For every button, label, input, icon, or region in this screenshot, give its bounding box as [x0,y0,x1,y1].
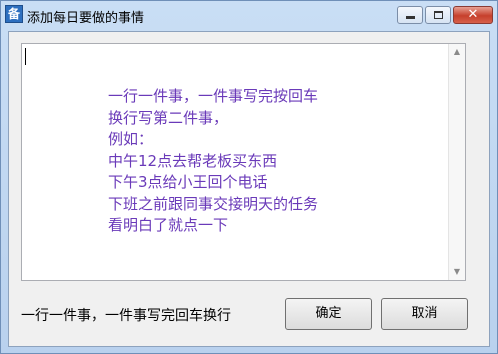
scroll-down-icon[interactable]: ▼ [449,264,465,280]
memo-line: 换行写第二件事， [108,108,229,127]
close-button[interactable]: ✕ [453,6,493,24]
maximize-button[interactable] [425,6,451,24]
dialog-client-area: 一行一件事，一件事写完按回车 换行写第二件事， 例如： 中午12点去帮老板买东西… [8,31,490,347]
memo-line: 下班之前跟同事交接明天的任务 [108,194,319,213]
app-icon: 备 [5,5,23,23]
memo-line: 一行一件事，一件事写完按回车 [108,87,319,105]
dialog-window: 备 添加每日要做的事情 ✕ 一行一件事，一件事写完按回车 换行写第二件事， 例如… [0,0,498,354]
ok-button[interactable]: 确定 [285,298,372,330]
text-caret [25,48,26,65]
memo-line: 看明白了就点一下 [108,216,229,234]
scroll-up-icon[interactable]: ▲ [449,44,465,60]
window-title: 添加每日要做的事情 [27,11,145,26]
cancel-button[interactable]: 取消 [381,298,468,330]
hint-label: 一行一件事，一件事写完回车换行 [21,308,231,324]
tasks-textarea[interactable]: 一行一件事，一件事写完按回车 换行写第二件事， 例如： 中午12点去帮老板买东西… [21,43,466,281]
minimize-button[interactable] [397,6,423,24]
minimize-icon [406,16,415,19]
vertical-scrollbar[interactable]: ▲ ▼ [448,44,465,280]
placeholder-text: 一行一件事，一件事写完按回车 换行写第二件事， 例如： 中午12点去帮老板买东西… [108,86,318,237]
memo-line: 例如： [108,130,154,148]
title-bar[interactable]: 备 添加每日要做的事情 ✕ [1,1,497,31]
maximize-icon [434,11,443,19]
memo-line: 中午12点去帮老板买东西 [108,151,278,170]
close-icon: ✕ [467,7,479,22]
memo-line: 下午3点给小王回个电话 [108,173,268,191]
